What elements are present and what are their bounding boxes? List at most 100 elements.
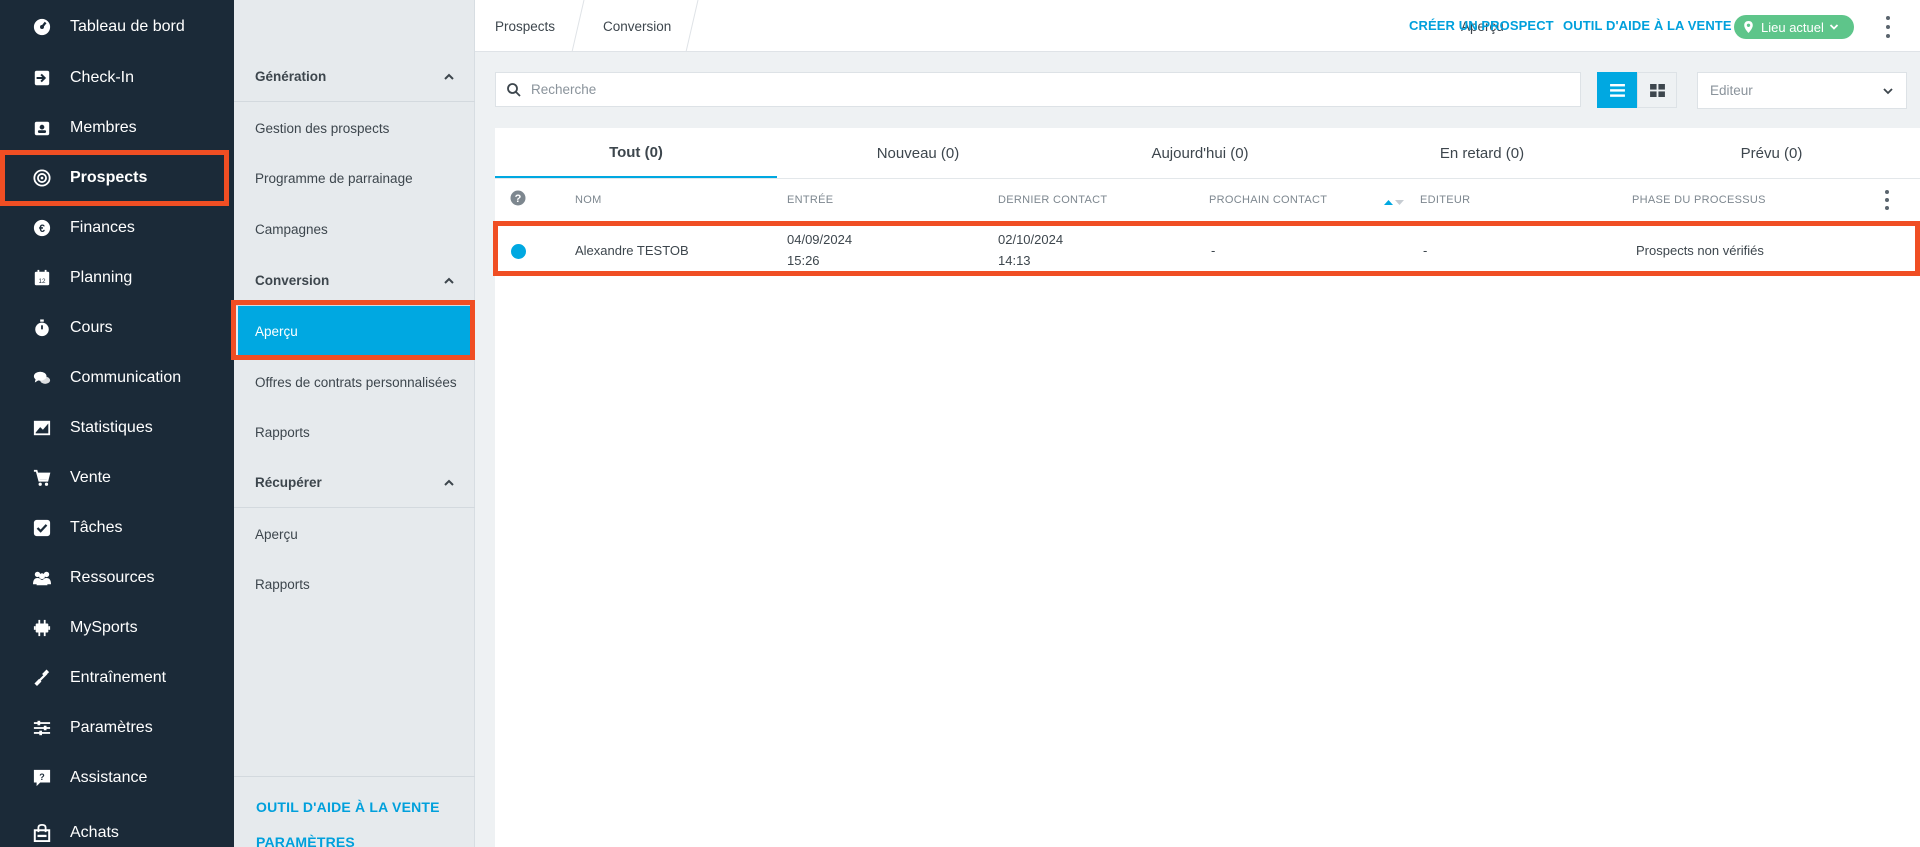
chevron-up-icon <box>444 479 454 486</box>
sidebar-item-vente[interactable]: Vente <box>0 453 234 503</box>
column-header-entree[interactable]: ENTRÉE <box>787 194 833 206</box>
section-conversion[interactable]: Conversion <box>234 256 475 306</box>
chevron-up-icon <box>444 73 454 80</box>
sidebar-item-label: Ressources <box>70 569 155 586</box>
section-title: Conversion <box>255 273 330 288</box>
column-header-phase[interactable]: PHASE DU PROCESSUS <box>1632 194 1766 206</box>
subnav-item-rapports-conversion[interactable]: Rapports <box>234 407 475 457</box>
search-icon <box>507 82 521 97</box>
sidebar-item-label: Finances <box>70 219 135 236</box>
sidebar-item-label: Communication <box>70 369 182 386</box>
search-bar <box>495 72 1581 107</box>
sidebar-item-prospects[interactable]: Prospects <box>0 153 234 203</box>
prospects-panel: Tout (0) Nouveau (0) Aujourd'hui (0) En … <box>495 128 1920 847</box>
sidebar-item-ressources[interactable]: Ressources <box>0 553 234 603</box>
dumbbell-icon <box>32 668 52 688</box>
settings-link[interactable]: PARAMÈTRES <box>256 834 355 847</box>
calendar-icon: 12 <box>32 268 52 288</box>
resources-icon <box>32 568 52 588</box>
subnav-item-campagnes[interactable]: Campagnes <box>234 204 475 254</box>
sidebar-item-label: Assistance <box>70 769 148 786</box>
tab-aujourdhui[interactable]: Aujourd'hui (0) <box>1059 128 1341 178</box>
tab-en-retard[interactable]: En retard (0) <box>1341 128 1623 178</box>
grid-view-button[interactable] <box>1637 72 1677 108</box>
list-view-button[interactable] <box>1597 72 1637 108</box>
editor-select[interactable]: Editeur <box>1697 72 1907 109</box>
chat-icon <box>32 368 52 388</box>
column-header-dernier-contact[interactable]: DERNIER CONTACT <box>998 194 1107 206</box>
sidebar-item-taches[interactable]: Tâches <box>0 503 234 553</box>
top-more-menu-icon[interactable] <box>1885 16 1891 38</box>
sales-tool-top-link[interactable]: OUTIL D'AIDE À LA VENTE <box>1563 18 1732 33</box>
location-dropdown[interactable]: Lieu actuel <box>1734 15 1854 39</box>
list-icon <box>1609 83 1625 97</box>
main-sidebar: Tableau de bord Check-In Membres Prospec… <box>0 0 234 847</box>
sidebar-item-parametres[interactable]: Paramètres <box>0 703 234 753</box>
svg-text:€: € <box>39 223 45 235</box>
shopping-bag-icon <box>32 823 52 843</box>
help-icon[interactable]: ? <box>510 190 526 209</box>
subnav-item-apercu-conversion[interactable]: Aperçu <box>238 306 471 356</box>
subnav-item-gestion-des-prospects[interactable]: Gestion des prospects <box>234 103 475 153</box>
sidebar-item-planning[interactable]: 12 Planning <box>0 253 234 303</box>
cell-name: Alexandre TESTOB <box>575 243 689 258</box>
search-input[interactable] <box>531 82 1580 97</box>
section-generation[interactable]: Génération <box>234 52 475 102</box>
sidebar-item-label: Statistiques <box>70 419 153 436</box>
columns-menu-icon[interactable] <box>1884 190 1890 210</box>
sidebar-item-statistiques[interactable]: Statistiques <box>0 403 234 453</box>
members-icon <box>32 118 52 138</box>
editor-select-placeholder: Editeur <box>1710 83 1753 98</box>
breadcrumb-prospects[interactable]: Prospects <box>495 0 555 52</box>
tab-prevu[interactable]: Prévu (0) <box>1623 128 1920 178</box>
sidebar-item-cours[interactable]: Cours <box>0 303 234 353</box>
cell-last-contact-date: 02/10/2024 <box>998 232 1064 247</box>
sidebar-item-label: Cours <box>70 319 113 336</box>
breadcrumb-conversion[interactable]: Conversion <box>603 0 671 52</box>
sort-ascending-icon[interactable] <box>1383 194 1405 210</box>
status-dot <box>511 244 526 259</box>
column-header-prochain-contact[interactable]: PROCHAIN CONTACT <box>1209 194 1327 206</box>
chevron-down-icon <box>1829 24 1839 30</box>
chart-icon <box>32 418 52 438</box>
sidebar-item-label: Membres <box>70 119 137 136</box>
breadcrumb-separator <box>571 0 585 53</box>
cell-phase: Prospects non vérifiés <box>1636 243 1764 258</box>
section-title: Récupérer <box>255 475 322 490</box>
sidebar-item-check-in[interactable]: Check-In <box>0 53 234 103</box>
sidebar-item-label: Check-In <box>70 69 135 86</box>
sidebar-item-finances[interactable]: € Finances <box>0 203 234 253</box>
cell-entry-date: 04/09/2024 <box>787 232 853 247</box>
section-recuperer[interactable]: Récupérer <box>234 458 475 508</box>
subnav-item-apercu-recuperer[interactable]: Aperçu <box>234 509 475 559</box>
location-label: Lieu actuel <box>1761 19 1824 35</box>
sidebar-item-communication[interactable]: Communication <box>0 353 234 403</box>
column-header-nom[interactable]: NOM <box>575 194 602 206</box>
subnav-item-offres-de-contrats[interactable]: Offres de contrats personnalisées <box>234 357 475 407</box>
sidebar-item-label: Planning <box>70 269 133 286</box>
prospects-icon <box>32 168 52 188</box>
subnav-item-programme-de-parrainage[interactable]: Programme de parrainage <box>234 153 475 203</box>
sidebar-item-label: Tableau de bord <box>70 18 185 35</box>
sidebar-item-label: Vente <box>70 469 111 486</box>
tab-tout[interactable]: Tout (0) <box>495 128 777 178</box>
cart-icon <box>32 468 52 488</box>
sidebar-item-tableau-de-bord[interactable]: Tableau de bord <box>0 2 234 52</box>
tab-nouveau[interactable]: Nouveau (0) <box>777 128 1059 178</box>
sidebar-item-entrainement[interactable]: Entraînement <box>0 653 234 703</box>
sidebar-item-label: MySports <box>70 619 138 636</box>
sidebar-item-mysports[interactable]: MySports <box>0 603 234 653</box>
sidebar-item-achats[interactable]: Achats <box>0 808 234 847</box>
sidebar-item-label: Prospects <box>70 169 148 186</box>
sales-tool-link[interactable]: OUTIL D'AIDE À LA VENTE <box>256 799 440 815</box>
create-prospect-link[interactable]: CRÉER UN PROSPECT <box>1409 18 1554 33</box>
cell-next-contact: - <box>1211 243 1216 258</box>
column-header-editeur[interactable]: EDITEUR <box>1420 194 1470 206</box>
cell-entry-time: 15:26 <box>787 253 820 268</box>
table-row[interactable]: Alexandre TESTOB 04/09/2024 15:26 02/10/… <box>495 226 1920 276</box>
subnav-item-rapports-recuperer[interactable]: Rapports <box>234 559 475 609</box>
sidebar-item-membres[interactable]: Membres <box>0 103 234 153</box>
dashboard-icon <box>32 17 52 37</box>
sidebar-item-assistance[interactable]: ? Assistance <box>0 753 234 803</box>
task-check-icon <box>32 518 52 538</box>
